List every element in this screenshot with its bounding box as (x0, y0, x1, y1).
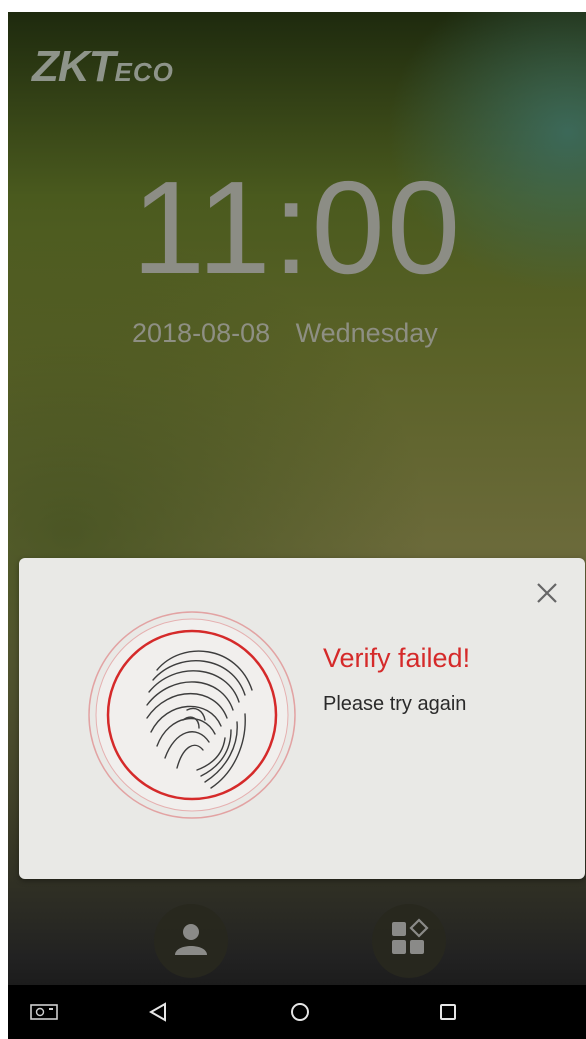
fingerprint-icon (87, 610, 297, 820)
logo-main: ZKT (32, 42, 116, 91)
verify-failed-message: Please try again (323, 693, 467, 715)
clock-date-row: 2018-08-08 Wednesday (132, 318, 456, 349)
apps-icon (388, 917, 430, 965)
clock-weekday: Wednesday (295, 318, 438, 348)
lock-screen: ZKTECO 11:00 2018-08-08 Wednesday Verify… (8, 12, 586, 1039)
back-icon[interactable] (136, 985, 180, 1039)
clock-date: 2018-08-08 (132, 318, 271, 348)
menu-button[interactable] (372, 904, 446, 978)
system-navbar (8, 985, 586, 1039)
person-icon (171, 919, 211, 964)
logo-sub: ECO (114, 57, 174, 87)
clock-time: 11:00 (131, 154, 463, 301)
screenshot-icon[interactable] (22, 985, 66, 1039)
recents-icon[interactable] (426, 985, 470, 1039)
user-verify-button[interactable] (154, 904, 228, 978)
close-icon[interactable] (534, 580, 560, 606)
zkteco-logo: ZKTECO (32, 42, 174, 92)
verify-failed-title: Verify failed! (323, 643, 471, 673)
verify-dialog: Verify failed! Please try again (19, 558, 585, 879)
home-icon[interactable] (278, 985, 322, 1039)
